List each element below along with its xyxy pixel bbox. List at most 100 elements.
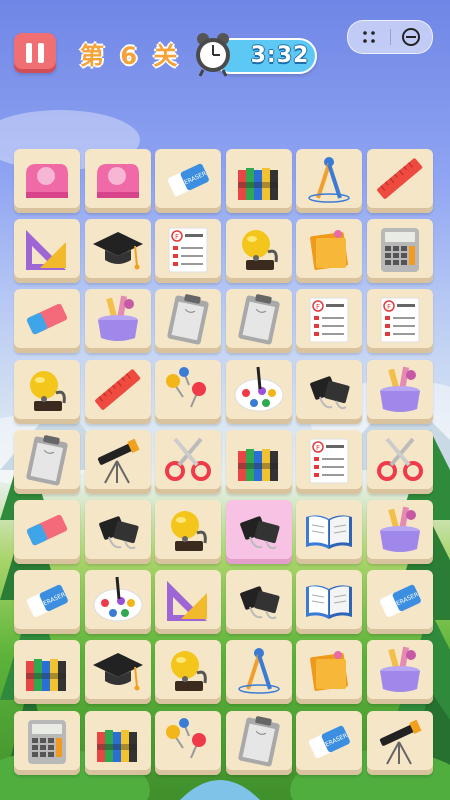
ruler-icon: [377, 158, 423, 199]
tile-clipboard[interactable]: [226, 289, 292, 353]
open-book-icon: [306, 585, 352, 619]
close-circle-icon: [402, 28, 420, 46]
tile-crayons[interactable]: [85, 711, 151, 775]
tile-crayons[interactable]: [14, 640, 80, 704]
tile-test-paper[interactable]: F: [296, 289, 362, 353]
tile-push-pins[interactable]: [155, 360, 221, 424]
compass-icon: [238, 648, 280, 694]
tile-calculator[interactable]: [14, 711, 80, 775]
eraser-pink-icon: [26, 514, 68, 546]
binder-clips-icon: [240, 586, 280, 620]
tile-test-paper[interactable]: F: [155, 219, 221, 283]
tile-clipboard[interactable]: [14, 430, 80, 494]
tile-pencil-cup[interactable]: [367, 500, 433, 564]
binder-clips-icon: [240, 516, 280, 550]
eraser-icon: ERASER: [167, 163, 209, 197]
eraser-icon: ERASER: [26, 584, 68, 618]
svg-text:F: F: [316, 303, 320, 311]
paint-palette-icon: [93, 576, 143, 622]
tile-paint-palette[interactable]: [85, 570, 151, 634]
tile-tape-dispenser[interactable]: [14, 149, 80, 213]
tile-compass[interactable]: [296, 149, 362, 213]
pencil-cup-icon: [380, 646, 420, 692]
tile-school-bell[interactable]: [155, 640, 221, 704]
tile-triangle-ruler[interactable]: [155, 570, 221, 634]
tile-eraser[interactable]: ERASER: [296, 711, 362, 775]
level-label: 第 6 关: [80, 42, 182, 70]
tile-test-paper[interactable]: F: [367, 289, 433, 353]
clipboard-icon: [238, 716, 280, 767]
tile-pencil-cup[interactable]: [85, 289, 151, 353]
tile-binder-clips[interactable]: [226, 500, 292, 564]
tile-calculator[interactable]: [367, 219, 433, 283]
tile-tape-dispenser[interactable]: [85, 149, 151, 213]
tile-graduation-cap[interactable]: [85, 640, 151, 704]
crayons-icon: [97, 730, 137, 762]
test-paper-icon: F: [309, 297, 349, 343]
tile-clipboard[interactable]: [155, 289, 221, 353]
svg-text:F: F: [316, 444, 320, 452]
tile-open-book[interactable]: [296, 570, 362, 634]
tile-scissors[interactable]: [155, 430, 221, 494]
test-paper-icon: F: [168, 227, 208, 273]
tile-board: ERASER F F F F ERASER ERASER ERASER: [14, 149, 438, 784]
pencil-cup-icon: [380, 506, 420, 552]
tile-binder-clips[interactable]: [226, 570, 292, 634]
scissors-icon: [165, 437, 211, 481]
tile-eraser[interactable]: ERASER: [14, 570, 80, 634]
svg-text:F: F: [175, 233, 179, 241]
mini-program-capsule: [347, 20, 433, 54]
telescope-icon: [379, 719, 422, 765]
tile-eraser-pink[interactable]: [14, 289, 80, 353]
close-button[interactable]: [390, 21, 432, 53]
open-book-icon: [306, 515, 352, 549]
tile-pencil-cup[interactable]: [367, 360, 433, 424]
tile-clipboard[interactable]: [226, 711, 292, 775]
tile-binder-clips[interactable]: [85, 500, 151, 564]
tile-scissors[interactable]: [367, 430, 433, 494]
timer-text: 3:32: [250, 43, 310, 68]
tile-graduation-cap[interactable]: [85, 219, 151, 283]
school-bell-icon: [171, 511, 207, 551]
tile-eraser-pink[interactable]: [14, 500, 80, 564]
tile-triangle-ruler[interactable]: [14, 219, 80, 283]
tile-sticky-notes[interactable]: [296, 219, 362, 283]
more-button[interactable]: [348, 21, 390, 53]
tile-test-paper[interactable]: F: [296, 430, 362, 494]
tile-eraser[interactable]: ERASER: [155, 149, 221, 213]
test-paper-icon: F: [309, 438, 349, 484]
tile-ruler[interactable]: [367, 149, 433, 213]
tile-paint-palette[interactable]: [226, 360, 292, 424]
tile-pencil-cup[interactable]: [367, 640, 433, 704]
tile-compass[interactable]: [226, 640, 292, 704]
compass-icon: [308, 157, 350, 203]
tile-telescope[interactable]: [367, 711, 433, 775]
tile-school-bell[interactable]: [226, 219, 292, 283]
binder-clips-icon: [99, 516, 139, 550]
tile-ruler[interactable]: [85, 360, 151, 424]
pause-button[interactable]: [14, 33, 56, 73]
tile-school-bell[interactable]: [14, 360, 80, 424]
tile-eraser[interactable]: ERASER: [367, 570, 433, 634]
triangle-ruler-icon: [167, 581, 207, 621]
clipboard-icon: [238, 294, 280, 345]
tile-push-pins[interactable]: [155, 711, 221, 775]
push-pins-icon: [166, 367, 206, 408]
tile-school-bell[interactable]: [155, 500, 221, 564]
alarm-clock-icon: [196, 33, 230, 77]
test-paper-icon: F: [380, 297, 420, 343]
tile-crayons[interactable]: [226, 149, 292, 213]
crayons-icon: [26, 659, 66, 691]
sticky-notes-icon: [310, 230, 348, 270]
tile-open-book[interactable]: [296, 500, 362, 564]
eraser-icon: ERASER: [308, 725, 350, 759]
tile-telescope[interactable]: [85, 430, 151, 494]
tile-binder-clips[interactable]: [296, 360, 362, 424]
scissors-icon: [377, 437, 423, 481]
clipboard-icon: [167, 294, 209, 345]
sticky-notes-icon: [310, 651, 348, 691]
tape-dispenser-icon: [97, 164, 139, 198]
tile-sticky-notes[interactable]: [296, 640, 362, 704]
tile-crayons[interactable]: [226, 430, 292, 494]
pause-icon: [26, 43, 32, 63]
